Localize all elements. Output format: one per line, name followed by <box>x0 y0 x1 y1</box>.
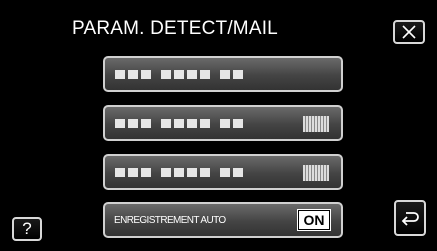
camera-menu-screen: PARAM. DETECT/MAIL ENREGISTREMENT AUTO O… <box>0 0 437 251</box>
return-arrow-icon <box>401 212 419 226</box>
masked-label <box>115 119 246 128</box>
masked-value <box>303 165 329 181</box>
masked-label <box>115 168 246 177</box>
menu-item-3[interactable] <box>103 154 343 190</box>
status-badge: ON <box>297 209 331 231</box>
help-button[interactable]: ? <box>12 217 42 241</box>
masked-label <box>115 70 246 79</box>
back-button[interactable] <box>394 200 426 236</box>
menu-item-auto-record[interactable]: ENREGISTREMENT AUTO ON <box>103 202 343 238</box>
menu-item-label: ENREGISTREMENT AUTO <box>114 215 226 226</box>
close-button[interactable] <box>393 20 425 44</box>
close-icon <box>402 25 416 39</box>
menu-item-1[interactable] <box>103 56 343 92</box>
menu-item-2[interactable] <box>103 105 343 141</box>
page-title: PARAM. DETECT/MAIL <box>72 18 278 39</box>
masked-value <box>303 116 329 132</box>
